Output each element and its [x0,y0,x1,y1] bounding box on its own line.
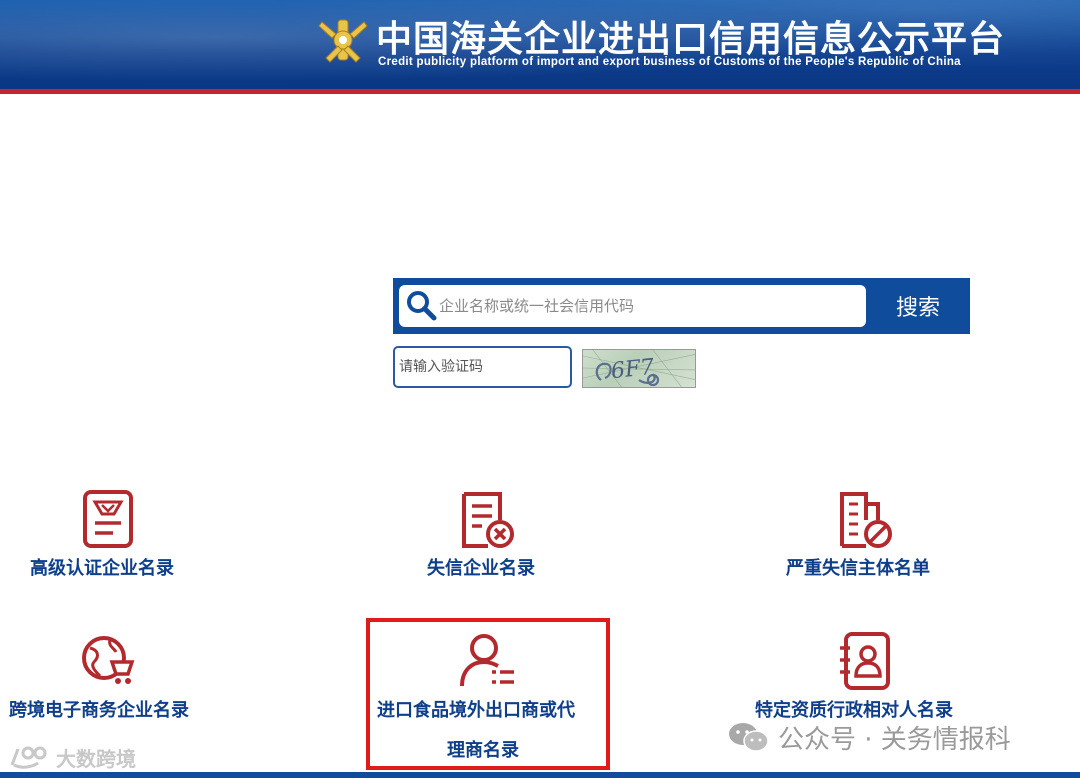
category-label: 严重失信主体名单 [786,558,930,579]
site-header: 中国海关企业进出口信用信息公示平台 Credit publicity platf… [0,0,1080,94]
category-qualified-administrative-counterparts[interactable]: 特定资质行政相对人名录 [740,630,1000,722]
search-input[interactable] [439,290,859,322]
captcha-image[interactable]: 6F7 [582,349,696,388]
footer-bar [0,772,1080,778]
contact-card-icon [840,632,890,690]
highlight-annotation-box [366,618,610,770]
building-prohibited-icon [840,492,892,548]
site-subtitle: Credit publicity platform of import and … [378,56,961,68]
watermark-text: 公众号 · 关务情报科 [778,724,1011,755]
search-icon [407,291,437,321]
category-dishonest-enterprises[interactable]: 失信企业名录 [400,488,580,588]
watermark-wechat: 公众号 · 关务情报科 [728,720,1011,755]
globe-cart-icon [82,636,135,684]
certified-badge-icon [83,490,133,548]
captcha-noise-graphic: 6F7 [583,350,695,387]
category-seriously-dishonest-entities[interactable]: 严重失信主体名单 [780,488,960,588]
document-cross-icon [462,492,514,548]
captcha-text: 6F7 [610,355,656,384]
search-button[interactable]: 搜索 [866,285,970,327]
brand-logo-icon [10,746,47,769]
site-title: 中国海关企业进出口信用信息公示平台 [376,19,1006,60]
category-label: 失信企业名录 [427,558,535,579]
wechat-icon [729,723,769,752]
category-cross-border-ecommerce[interactable]: 跨境电子商务企业名录 [0,630,220,722]
watermark-brand: 大数跨境 [8,742,136,772]
captcha-input[interactable] [393,346,572,388]
category-label: 跨境电子商务企业名录 [9,700,189,721]
page: 中国海关企业进出口信用信息公示平台 Credit publicity platf… [0,0,1080,778]
header-accent-line [0,89,1080,94]
category-label: 高级认证企业名录 [30,558,174,579]
customs-emblem-icon [318,19,368,63]
category-certified-enterprises[interactable]: 高级认证企业名录 [0,488,220,588]
watermark-text: 大数跨境 [56,746,136,771]
